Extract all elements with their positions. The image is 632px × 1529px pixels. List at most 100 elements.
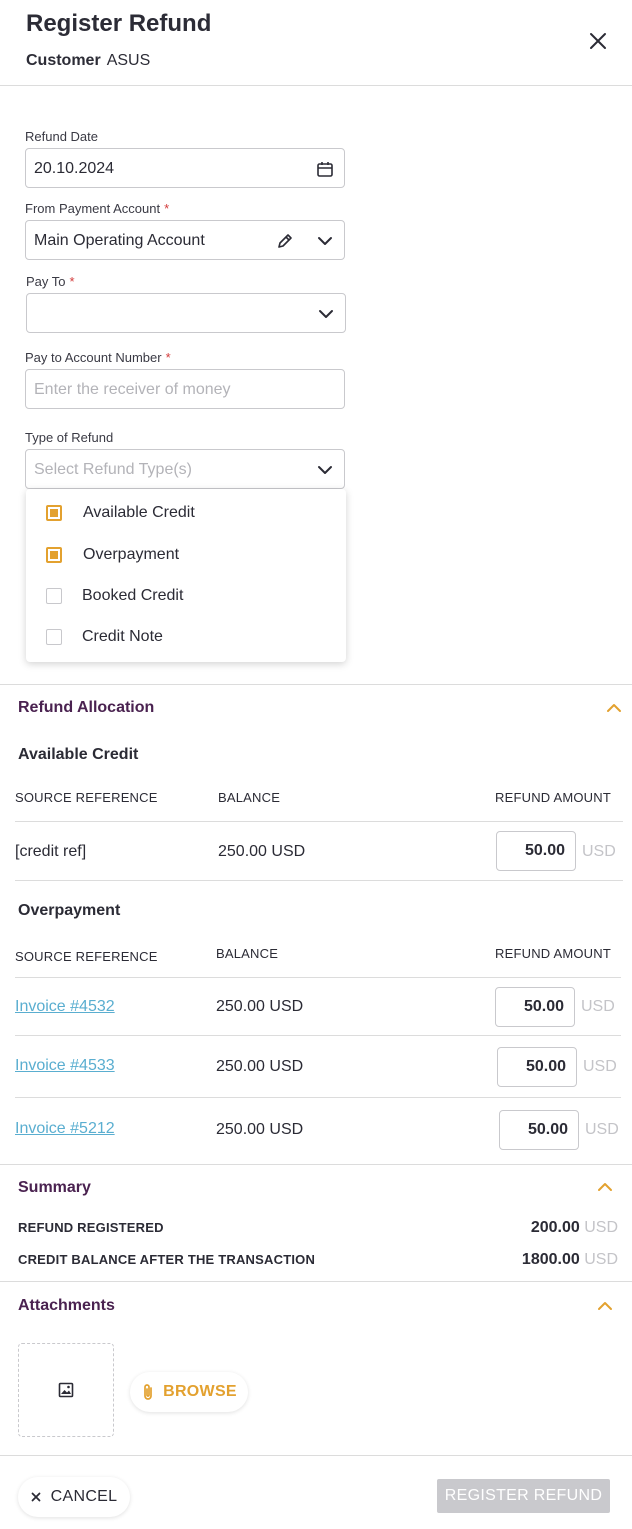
image-upload-dropzone[interactable] xyxy=(18,1343,114,1437)
option-credit-note[interactable]: Credit Note xyxy=(26,617,346,657)
collapse-attachments-button[interactable] xyxy=(593,1296,617,1316)
summary-title: Summary xyxy=(18,1179,91,1196)
page-title: Register Refund xyxy=(26,10,212,37)
refund-type-placeholder: Select Refund Type(s) xyxy=(34,461,193,478)
pay-to-account-label: Pay to Account Number * xyxy=(25,350,171,365)
section-divider xyxy=(0,684,632,685)
credit-balance-label: CREDIT BALANCE AFTER THE TRANSACTION xyxy=(18,1252,316,1267)
required-mark: * xyxy=(165,350,171,365)
chevron-down-icon[interactable] xyxy=(315,231,335,251)
col-source-reference: SOURCE REFERENCE xyxy=(15,949,158,964)
chevron-down-icon[interactable] xyxy=(316,304,336,324)
refund-amount-input[interactable]: 50.00 xyxy=(499,1110,579,1150)
col-balance: BALANCE xyxy=(218,790,281,805)
row-divider xyxy=(15,977,621,978)
from-account-value: Main Operating Account xyxy=(34,232,205,249)
option-available-credit[interactable]: Available Credit xyxy=(26,493,346,533)
option-label: Overpayment xyxy=(83,546,180,563)
checkbox-checked[interactable] xyxy=(46,547,62,563)
section-divider xyxy=(0,1281,632,1282)
invoice-link[interactable]: Invoice #4532 xyxy=(15,998,115,1016)
chevron-up-icon xyxy=(607,704,621,712)
edit-pencil-icon[interactable] xyxy=(275,231,295,251)
checkbox-unchecked[interactable] xyxy=(46,629,62,645)
currency-unit: USD xyxy=(584,1219,618,1236)
close-icon xyxy=(31,1492,41,1502)
paperclip-icon xyxy=(144,1384,152,1400)
refund-amount-input[interactable]: 50.00 xyxy=(495,987,575,1027)
collapse-allocation-button[interactable] xyxy=(602,698,626,718)
balance-value: 250.00 USD xyxy=(218,843,306,860)
close-icon xyxy=(590,33,606,49)
refund-amount-input[interactable]: 50.00 xyxy=(497,1047,577,1087)
browse-label: BROWSE xyxy=(163,1383,237,1400)
from-account-select[interactable]: Main Operating Account xyxy=(25,220,345,260)
row-divider xyxy=(15,821,623,822)
source-reference: [credit ref] xyxy=(15,843,87,860)
refund-registered-amount: 200.00 USD xyxy=(531,1219,618,1237)
customer-info: Customer ASUS xyxy=(26,52,150,70)
pay-to-label: Pay To * xyxy=(26,274,75,289)
checkbox-unchecked[interactable] xyxy=(46,588,62,604)
refund-allocation-title: Refund Allocation xyxy=(18,699,155,716)
option-booked-credit[interactable]: Booked Credit xyxy=(26,576,346,616)
refund-registered-label: REFUND REGISTERED xyxy=(18,1220,164,1235)
pay-to-account-input[interactable]: Enter the receiver of money xyxy=(25,369,345,409)
option-label: Available Credit xyxy=(83,504,195,521)
balance-value: 250.00 USD xyxy=(216,1121,304,1138)
available-credit-title: Available Credit xyxy=(18,746,139,763)
refund-type-select[interactable]: Select Refund Type(s) xyxy=(25,449,345,489)
close-button[interactable] xyxy=(584,27,612,55)
balance-value: 250.00 USD xyxy=(216,998,304,1015)
refund-type-dropdown: Available Credit Overpayment Booked Cred… xyxy=(26,489,346,662)
row-divider xyxy=(15,1035,621,1036)
section-divider xyxy=(0,1164,632,1165)
pay-to-account-placeholder: Enter the receiver of money xyxy=(34,381,231,398)
refund-amount-input[interactable]: 50.00 xyxy=(496,831,576,871)
currency-unit: USD xyxy=(584,1251,618,1268)
cancel-button[interactable]: CANCEL xyxy=(18,1477,130,1517)
currency-unit: USD xyxy=(583,1058,617,1075)
credit-balance-value: 1800.00 xyxy=(521,1251,580,1268)
refund-type-label: Type of Refund xyxy=(25,430,114,445)
image-icon xyxy=(58,1382,74,1398)
balance-value: 250.00 USD xyxy=(216,1058,304,1075)
overpayment-title: Overpayment xyxy=(18,902,121,919)
required-mark: * xyxy=(164,201,170,216)
option-label: Booked Credit xyxy=(82,587,184,604)
refund-date-value: 20.10.2024 xyxy=(34,160,115,177)
cancel-label: CANCEL xyxy=(50,1488,118,1505)
refund-date-field[interactable]: 20.10.2024 xyxy=(25,148,345,188)
currency-unit: USD xyxy=(585,1121,619,1138)
customer-label: Customer xyxy=(26,52,101,69)
collapse-summary-button[interactable] xyxy=(593,1177,617,1197)
footer-divider xyxy=(0,1455,632,1456)
customer-value: ASUS xyxy=(106,52,151,69)
calendar-icon[interactable] xyxy=(315,159,335,179)
from-account-label: From Payment Account * xyxy=(25,201,170,216)
pay-to-select[interactable] xyxy=(26,293,346,333)
option-label: Credit Note xyxy=(82,628,163,645)
currency-unit: USD xyxy=(581,998,615,1015)
register-refund-label: REGISTER REFUND xyxy=(444,1487,603,1504)
refund-registered-value: 200.00 xyxy=(530,1219,580,1236)
register-refund-button[interactable]: REGISTER REFUND xyxy=(437,1479,610,1513)
browse-button[interactable]: BROWSE xyxy=(130,1372,248,1412)
option-overpayment[interactable]: Overpayment xyxy=(26,535,346,575)
refund-date-label: Refund Date xyxy=(25,129,98,144)
row-divider xyxy=(15,880,623,881)
credit-balance-amount: 1800.00 USD xyxy=(522,1251,618,1269)
col-balance: BALANCE xyxy=(216,946,279,961)
row-divider xyxy=(15,1097,621,1098)
chevron-up-icon xyxy=(598,1302,612,1310)
col-refund-amount: REFUND AMOUNT xyxy=(495,946,611,961)
invoice-link[interactable]: Invoice #4533 xyxy=(15,1057,115,1075)
invoice-link[interactable]: Invoice #5212 xyxy=(15,1120,115,1138)
chevron-up-icon xyxy=(598,1183,612,1191)
required-mark: * xyxy=(69,274,75,289)
checkbox-checked[interactable] xyxy=(46,505,62,521)
chevron-down-icon[interactable] xyxy=(315,460,335,480)
currency-unit: USD xyxy=(582,843,616,860)
attachments-title: Attachments xyxy=(18,1297,115,1314)
col-source-reference: SOURCE REFERENCE xyxy=(15,790,158,805)
